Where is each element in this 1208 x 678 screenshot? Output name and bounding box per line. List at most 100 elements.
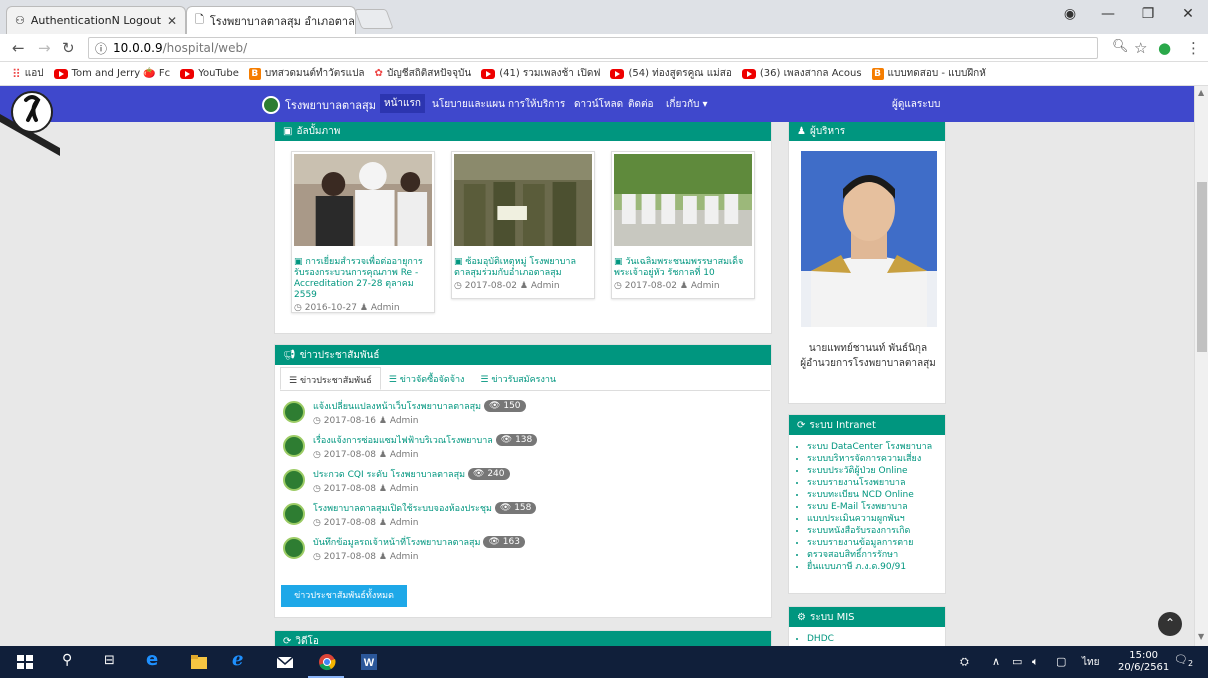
tray-expand-icon[interactable]: ∧ [992, 655, 1000, 668]
mail-icon[interactable] [276, 653, 294, 671]
clock-icon: ◷ [294, 303, 305, 313]
card-caption: การเยี่ยมสำรวจเพื่อต่ออายุการรับรองกระบว… [294, 257, 423, 300]
taskbar-clock[interactable]: 15:00 20/6/2561 [1118, 650, 1169, 674]
news-item[interactable]: โรงพยาบาลตาลสุมเปิดใช้ระบบจองห้องประชุม 👁… [283, 501, 537, 528]
user-icon: ♟ [519, 281, 528, 291]
intranet-link[interactable]: ระบบ E-Mail โรงพยาบาล [807, 501, 945, 513]
news-item[interactable]: ประกวด CQI ระดับ โรงพยาบาลตาลสุม 👁︎ 240 ◷… [283, 467, 510, 494]
restore-icon[interactable]: ❐ [1128, 6, 1168, 22]
tab-jobs[interactable]: ☰ ข่าวรับสมัครงาน [472, 367, 564, 390]
internet-explorer-icon[interactable]: ℯ [232, 649, 243, 670]
news-panel: 📢︎ ข่าวประชาสัมพันธ์ ☰ ข่าวประชาสัมพันธ์ … [274, 344, 772, 618]
reload-icon[interactable]: ↻ [62, 39, 75, 57]
intranet-link[interactable]: แบบประเมินความผูกพันฯ [807, 513, 945, 525]
news-item[interactable]: แจ้งเปลี่ยนแปลงหน้าเว็บโรงพยาบาลตาลสุม 👁︎… [283, 399, 526, 426]
edge-icon[interactable]: e [146, 649, 158, 670]
mis-link[interactable]: DHDC [807, 633, 945, 645]
profile-icon[interactable]: ◉ [1050, 6, 1090, 22]
blogger-icon: B [248, 67, 261, 80]
word-icon[interactable]: W [360, 653, 378, 671]
browser-tab-hospital[interactable]: 🗋 โรงพยาบาลตาลสุม อำเภอตาล ✕ [186, 6, 356, 34]
views-badge: 👁︎ 150 [484, 400, 526, 412]
bookmark-item[interactable]: (54) ท่องสูตรคูณ แม่สอ [610, 66, 732, 81]
input-language[interactable]: ไทย [1082, 655, 1099, 670]
scrollbar-thumb[interactable] [1197, 182, 1207, 352]
menu-icon[interactable]: ⋮ [1186, 39, 1201, 57]
bookmark-apps[interactable]: ⠿ แอป [12, 66, 44, 81]
nav-admin[interactable]: ผู้ดูแลระบบ [892, 97, 940, 112]
intranet-link[interactable]: ระบบรายงานข้อมูลการตาย [807, 537, 945, 549]
intranet-link[interactable]: ระบบประวัติผู้ป่วย Online [807, 465, 945, 477]
youtube-icon [741, 68, 756, 79]
volume-icon[interactable]: 🔈︎ [1032, 655, 1039, 669]
notification-icon[interactable]: 🗨︎2 [1174, 653, 1193, 668]
site-navbar: โรงพยาบาลตาลสุม หน้าแรก นโยบายและแผน การ… [0, 86, 1194, 122]
views-badge: 👁︎ 240 [468, 468, 510, 480]
forward-icon[interactable]: → [38, 39, 51, 57]
browser-tab-logout[interactable]: ⚇ AuthenticationN Logout ✕ [6, 6, 186, 34]
news-title[interactable]: เรื่องแจ้งการซ่อมแซมไฟฟ้าบริเวณโรงพยาบาล [313, 433, 493, 447]
scroll-down-icon[interactable]: ▼ [1198, 632, 1204, 641]
bookmark-item[interactable]: B บทสวดมนต์ทำวัตรแปล [248, 66, 365, 81]
bookmark-item[interactable]: (36) เพลงสากล Acous [741, 66, 862, 81]
gallery-card[interactable]: ▣ การเยี่ยมสำรวจเพื่อต่ออายุการรับรองกระ… [291, 151, 435, 313]
people-icon[interactable]: ⛭ [960, 655, 969, 669]
intranet-link[interactable]: ระบบทะเบียน NCD Online [807, 489, 945, 501]
news-title[interactable]: ประกวด CQI ระดับ โรงพยาบาลตาลสุม [313, 467, 465, 481]
zoom-icon[interactable]: 🔍︎ [1112, 39, 1129, 54]
hospital-logo-icon [283, 537, 305, 559]
address-bar[interactable]: ⓘ 10.0.0.9/hospital/web/ [88, 37, 1098, 59]
image-icon: ▣ [614, 257, 626, 267]
hospital-logo-icon [262, 96, 280, 114]
nav-about[interactable]: เกี่ยวกับ ▾ [666, 97, 708, 112]
all-news-button[interactable]: ข่าวประชาสัมพันธ์ทั้งหมด [281, 585, 407, 607]
back-to-top-button[interactable]: ⌃ [1158, 612, 1182, 636]
bookmark-item[interactable]: B แบบทดสอบ - แบบฝึกหั [871, 66, 986, 81]
nav-home[interactable]: หน้าแรก [380, 94, 425, 113]
search-icon[interactable]: ⚲ [62, 652, 72, 668]
network-icon[interactable]: ▢ [1056, 655, 1066, 668]
extension-icon[interactable]: ● [1158, 39, 1171, 57]
task-view-icon[interactable]: ⊟ [104, 653, 115, 668]
intranet-link[interactable]: ระบบบริหารจัดการความเสี่ยง [807, 453, 945, 465]
battery-icon[interactable]: ▭ [1012, 655, 1022, 668]
new-tab-button[interactable] [354, 9, 394, 29]
close-window-icon[interactable]: ✕ [1168, 6, 1208, 22]
news-title[interactable]: โรงพยาบาลตาลสุมเปิดใช้ระบบจองห้องประชุม [313, 501, 492, 515]
scroll-up-icon[interactable]: ▲ [1198, 88, 1204, 97]
nav-download[interactable]: ดาวน์โหลด [574, 97, 623, 112]
intranet-link[interactable]: ยื่นแบบภาษี ภ.ง.ด.90/91 [807, 561, 945, 573]
tab-procurement[interactable]: ☰ ข่าวจัดซื้อจัดจ้าง [381, 367, 473, 390]
back-icon[interactable]: ← [12, 39, 25, 57]
bookmark-star-icon[interactable]: ☆ [1134, 39, 1147, 57]
gallery-card[interactable]: ▣ ซ้อมอุบัติเหตุหมู่ โรงพยาบาลตาลสุมร่วม… [451, 151, 595, 299]
bookmark-item[interactable]: ✿ บัญชีสถิติสหปัจจุบัน [375, 66, 472, 81]
info-icon[interactable]: ⓘ [95, 40, 107, 57]
intranet-panel: ⟳ระบบ Intranet ระบบ DataCenter โรงพยาบาล… [788, 414, 946, 594]
intranet-link[interactable]: ตรวจสอบสิทธิ์การรักษา [807, 549, 945, 561]
page-scrollbar[interactable]: ▲ ▼ [1194, 86, 1208, 646]
site-brand[interactable]: โรงพยาบาลตาลสุม [262, 96, 376, 114]
minimize-icon[interactable]: — [1088, 6, 1128, 22]
chrome-icon[interactable] [318, 653, 336, 671]
bookmark-item[interactable]: (41) รวมเพลงช้า เปิดฟ [481, 66, 600, 81]
blogger-icon: B [871, 67, 884, 80]
panel-header: 📢︎ ข่าวประชาสัมพันธ์ [275, 345, 771, 365]
gallery-card[interactable]: ▣ วันเฉลิมพระชนมพรรษาสมเด็จพระเจ้าอยู่หั… [611, 151, 755, 299]
nav-services[interactable]: การให้บริการ [508, 97, 565, 112]
windows-start-icon[interactable] [16, 653, 34, 671]
news-item[interactable]: บันทึกข้อมูลรถเจ้าหน้าที่โรงพยาบาลตาลสุม… [283, 535, 525, 562]
intranet-link[interactable]: ระบบรายงานโรงพยาบาล [807, 477, 945, 489]
file-explorer-icon[interactable] [190, 653, 208, 671]
tab-pr[interactable]: ☰ ข่าวประชาสัมพันธ์ [280, 367, 381, 390]
close-tab-icon[interactable]: ✕ [167, 14, 177, 28]
news-title[interactable]: แจ้งเปลี่ยนแปลงหน้าเว็บโรงพยาบาลตาลสุม [313, 399, 481, 413]
bookmark-item[interactable]: Tom and Jerry 🍅 Fc [53, 68, 170, 79]
nav-policy[interactable]: นโยบายและแผน [432, 97, 505, 112]
news-title[interactable]: บันทึกข้อมูลรถเจ้าหน้าที่โรงพยาบาลตาลสุม [313, 535, 480, 549]
intranet-link[interactable]: ระบบหนังสือรับรองการเกิด [807, 525, 945, 537]
nav-contact[interactable]: ติดต่อ [628, 97, 654, 112]
intranet-link[interactable]: ระบบ DataCenter โรงพยาบาล [807, 441, 945, 453]
news-item[interactable]: เรื่องแจ้งการซ่อมแซมไฟฟ้าบริเวณโรงพยาบาล… [283, 433, 538, 460]
bookmark-item[interactable]: YouTube [180, 68, 239, 79]
